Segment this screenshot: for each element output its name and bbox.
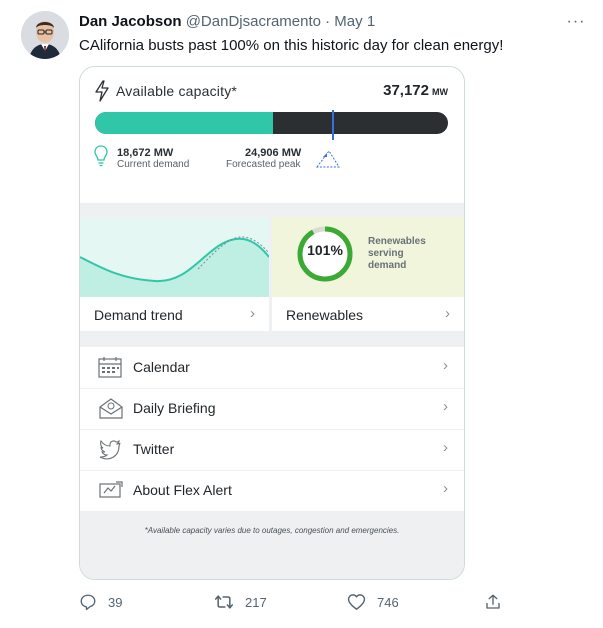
available-capacity-title: Available capacity* (116, 83, 238, 99)
retweet-icon (214, 595, 234, 609)
menu-item-label: About Flex Alert (133, 482, 232, 498)
menu-item-label: Twitter (133, 441, 175, 457)
tweet: Dan Jacobson @DanDjsacramento · May 1 ··… (0, 0, 603, 628)
forecasted-peak-stat: 24,906 MW Forecasted peak (226, 147, 301, 171)
renewables-caption-line-3: demand (368, 260, 407, 271)
chevron-right-icon: › (443, 480, 448, 497)
chevron-right-icon: › (443, 398, 448, 415)
menu-list: Calendar › Daily Briefing › Twitter › Ab… (80, 347, 464, 512)
chevron-right-icon: › (445, 305, 450, 322)
renewables-caption-line-1: Renewables (368, 236, 426, 247)
menu-item-daily-briefing[interactable]: Daily Briefing › (80, 388, 464, 430)
flex-alert-icon (99, 481, 123, 498)
section-divider (80, 331, 464, 347)
retweet-button[interactable]: 217 (214, 591, 267, 613)
handle-and-date[interactable]: @DanDjsacramento · May 1 (186, 13, 375, 30)
share-icon (486, 594, 500, 609)
chevron-right-icon: › (250, 305, 255, 322)
tweet-text: CAlifornia busts past 100% on this histo… (79, 37, 504, 54)
share-button[interactable] (484, 591, 513, 613)
current-demand-label: Current demand (117, 159, 190, 170)
renewables-percent: 101% (307, 242, 343, 258)
lightbulb-icon (94, 145, 108, 167)
reply-button[interactable]: 39 (79, 591, 122, 613)
current-demand-value: 18,672 MW (117, 147, 174, 159)
forecasted-peak-label: Forecasted peak (226, 159, 301, 170)
lightning-bolt-icon (95, 80, 109, 102)
reply-icon (80, 594, 96, 611)
capacity-footnote: *Available capacity varies due to outage… (144, 526, 400, 535)
menu-item-label: Calendar (133, 359, 190, 375)
demand-trend-chart (80, 217, 269, 297)
avatar[interactable] (21, 11, 69, 59)
renewables-tile[interactable]: 101% Renewables serving demand Renewable… (272, 217, 464, 331)
menu-item-label: Daily Briefing (133, 400, 216, 416)
tweet-image[interactable]: Available capacity* 37,172 MW 18,672 MW C… (79, 66, 465, 580)
forecast-peak-marker (331, 110, 334, 140)
like-count: 746 (377, 594, 399, 610)
menu-item-calendar[interactable]: Calendar › (80, 347, 464, 389)
capacity-bar (95, 112, 448, 134)
reply-count: 39 (108, 594, 123, 610)
chevron-right-icon: › (443, 357, 448, 374)
current-demand-stat: 18,672 MW Current demand (117, 147, 189, 171)
chevron-right-icon: › (443, 439, 448, 456)
menu-item-twitter[interactable]: Twitter › (80, 429, 464, 471)
demand-trend-label: Demand trend (94, 307, 183, 323)
section-divider (80, 203, 464, 217)
retweet-count: 217 (245, 594, 267, 610)
capacity-panel: Available capacity* 37,172 MW 18,672 MW C… (80, 67, 464, 203)
tweet-actions: 39 217 746 (79, 591, 519, 613)
twitter-bird-icon (99, 439, 121, 460)
calendar-icon (98, 357, 122, 378)
more-options-icon[interactable]: ··· (566, 12, 586, 32)
like-button[interactable]: 746 (347, 591, 399, 613)
capacity-number: 37,172 (383, 82, 429, 99)
forecasted-peak-value: 24,906 MW (245, 147, 302, 159)
renewables-caption: Renewables serving demand (368, 236, 426, 272)
menu-item-about-flex-alert[interactable]: About Flex Alert › (80, 470, 464, 512)
footnote-area: *Available capacity varies due to outage… (80, 511, 464, 579)
heart-icon (347, 594, 366, 610)
author-name[interactable]: Dan Jacobson (79, 13, 182, 30)
flex-alert-app-screenshot: Available capacity* 37,172 MW 18,672 MW C… (80, 67, 464, 579)
capacity-unit: MW (432, 87, 448, 97)
renewables-label: Renewables (286, 307, 364, 323)
tiles-row: Demand trend › 101% Renewables serving d… (80, 217, 464, 331)
peak-triangle-icon (316, 150, 340, 168)
tweet-header: Dan Jacobson @DanDjsacramento · May 1 (79, 13, 375, 30)
renewables-caption-line-2: serving (368, 248, 404, 259)
available-capacity-value: 37,172 MW (383, 82, 448, 99)
demand-trend-tile[interactable]: Demand trend › (80, 217, 269, 331)
envelope-icon (99, 398, 123, 419)
current-demand-fill (95, 112, 273, 134)
